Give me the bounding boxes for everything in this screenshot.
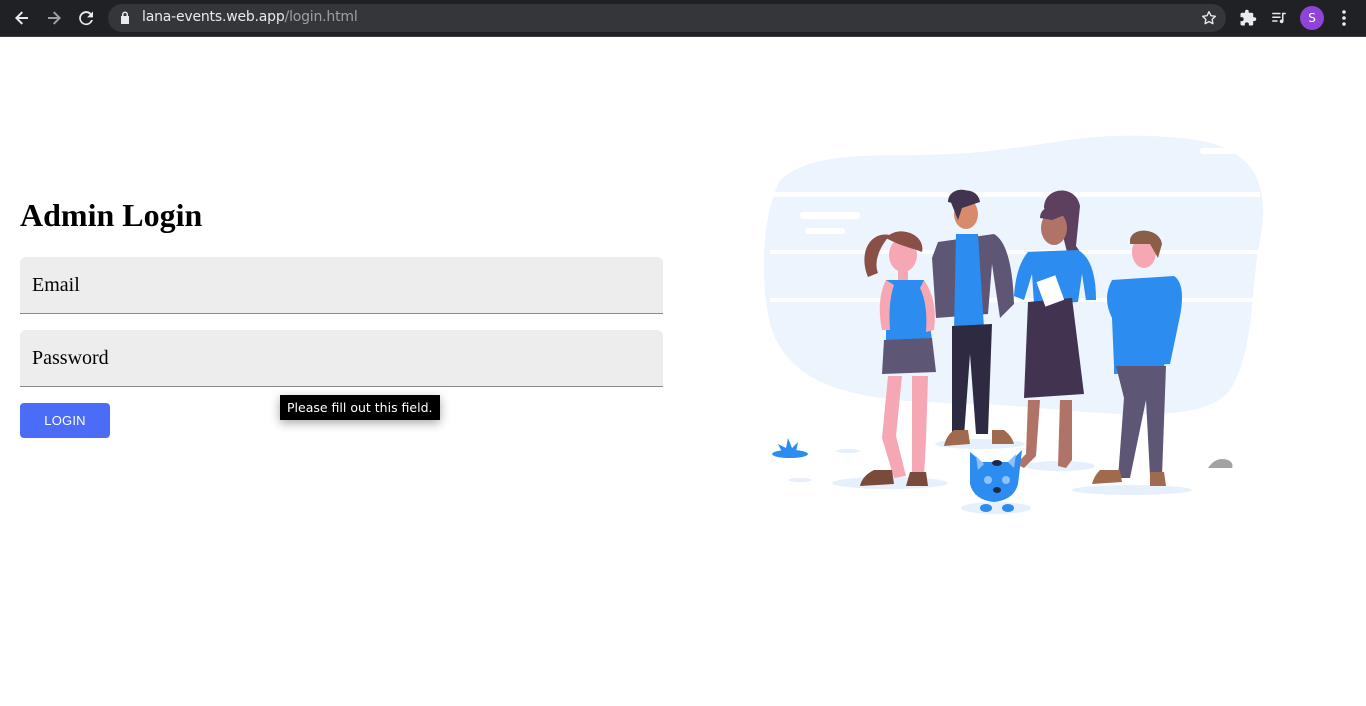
- address-bar[interactable]: lana-events.web.app/login.html: [108, 4, 1226, 32]
- forward-button[interactable]: [42, 6, 66, 30]
- menu-icon: [1342, 10, 1346, 26]
- login-button[interactable]: LOGIN: [20, 403, 110, 438]
- lock-icon: [121, 11, 129, 24]
- back-button[interactable]: [10, 6, 34, 30]
- extensions-button[interactable]: [1236, 6, 1260, 30]
- profile-avatar[interactable]: S: [1300, 6, 1324, 30]
- reload-button[interactable]: [74, 6, 98, 30]
- browser-toolbar: lana-events.web.app/login.html S: [0, 0, 1366, 37]
- forward-icon: [48, 11, 61, 25]
- bookmark-star-icon[interactable]: [1200, 9, 1218, 27]
- email-field[interactable]: [20, 257, 663, 314]
- url-path: /login.html: [284, 9, 358, 25]
- browser-menu-button[interactable]: [1332, 6, 1356, 30]
- reload-icon: [79, 11, 93, 26]
- media-queue-icon: [1272, 12, 1286, 24]
- extensions-icon: [1240, 9, 1257, 26]
- validation-tooltip: Please fill out this field.: [280, 395, 440, 420]
- url-host: lana-events.web.app: [142, 9, 285, 25]
- password-field[interactable]: [20, 330, 663, 387]
- page-title: Admin Login: [20, 197, 203, 233]
- team-illustration: [763, 135, 1264, 514]
- back-icon: [15, 11, 28, 25]
- media-queue-button[interactable]: [1267, 6, 1291, 30]
- url-text: lana-events.web.app/login.html: [142, 9, 358, 25]
